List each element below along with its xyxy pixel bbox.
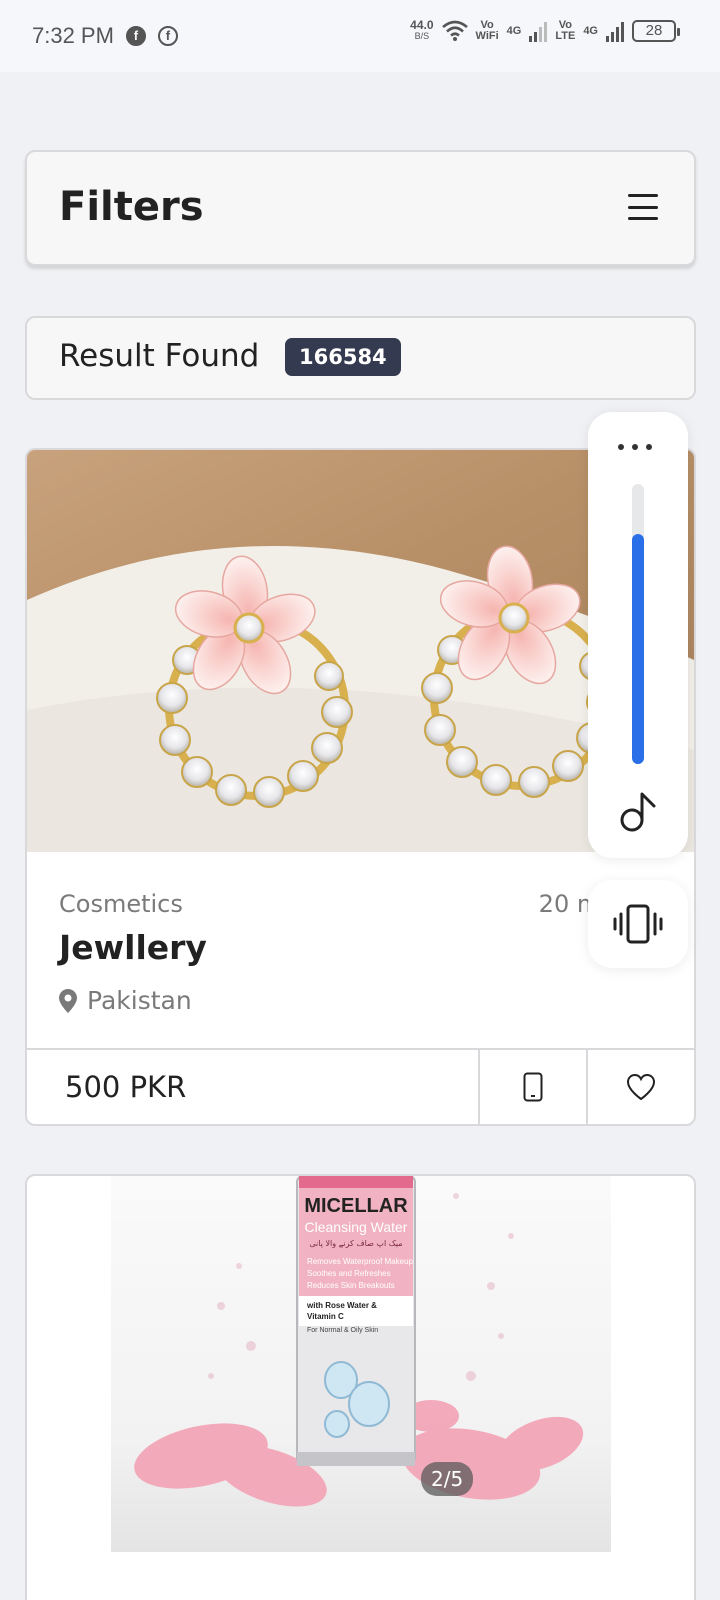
results-count-badge: 166584 <box>285 338 401 376</box>
listing-category: Cosmetics <box>59 890 183 918</box>
network-speed-unit: B/S <box>414 31 430 41</box>
volume-panel <box>588 412 688 858</box>
location-pin-icon <box>59 988 77 1013</box>
network-type-2: 4G <box>583 24 598 37</box>
listing-footer: 500 PKR <box>27 1048 694 1124</box>
call-button[interactable] <box>478 1050 586 1124</box>
listing-card[interactable]: MICELLAR Cleansing Water میک اپ صاف کرنے… <box>25 1174 696 1600</box>
product-skin-type: For Normal & Oily Skin <box>307 1327 378 1334</box>
volume-slider[interactable] <box>632 484 644 764</box>
filters-title: Filters <box>59 184 204 230</box>
product-name: Cleansing Water <box>305 1219 408 1235</box>
volume-level-fill <box>632 534 644 764</box>
product-brand: MICELLAR <box>304 1195 408 1217</box>
signal-2-icon <box>606 20 624 42</box>
wifi-icon <box>441 20 468 41</box>
status-bar: 7:32 PM f f 44.0 B/S Vo WiFi 4G Vo LTE 4… <box>0 0 720 72</box>
facebook-notification-icon-outline: f <box>157 26 178 46</box>
listing-title[interactable]: Jewllery <box>59 928 207 967</box>
image-counter: 2/5 <box>421 1462 474 1496</box>
product-benefit: Soothes and Refreshes <box>307 1269 391 1278</box>
more-dots-icon[interactable] <box>618 444 652 450</box>
listing-location-text: Pakistan <box>87 986 192 1015</box>
music-note-icon[interactable] <box>618 790 658 838</box>
phone-icon <box>523 1072 543 1102</box>
heart-icon <box>626 1073 656 1101</box>
filters-bar: Filters <box>25 150 696 266</box>
product-benefit: Removes Waterproof Makeup <box>307 1257 414 1266</box>
listing-location: Pakistan <box>59 986 192 1015</box>
results-bar: Result Found 166584 <box>25 316 696 400</box>
vibrate-button[interactable] <box>588 880 688 968</box>
listing-image-micellar[interactable]: MICELLAR Cleansing Water میک اپ صاف کرنے… <box>111 1176 611 1552</box>
product-benefit: Reduces Skin Breakouts <box>307 1281 395 1290</box>
hamburger-menu-icon[interactable] <box>628 194 658 220</box>
facebook-notification-icon: f <box>125 26 146 46</box>
network-speed-value: 44.0 <box>410 18 434 32</box>
volte-indicator: Vo LTE <box>555 19 576 42</box>
battery-level: 28 <box>645 22 663 39</box>
network-type-1: 4G <box>506 24 522 37</box>
listing-price: 500 PKR <box>65 1070 187 1104</box>
signal-1-icon <box>529 20 548 42</box>
vowifi-indicator: Vo WiFi <box>475 19 499 42</box>
product-ingredients: Vitamin C <box>307 1312 344 1321</box>
results-label: Result Found <box>59 338 260 374</box>
status-time: 7:32 PM <box>32 23 114 48</box>
favorite-button[interactable] <box>586 1050 694 1124</box>
product-ingredients: with Rose Water & <box>306 1301 377 1310</box>
vibrate-icon <box>613 904 663 944</box>
product-urdu: میک اپ صاف کرنے والا پانی <box>309 1239 402 1248</box>
battery-icon: 28 <box>632 20 680 42</box>
network-speed: 44.0 B/S <box>410 18 434 42</box>
